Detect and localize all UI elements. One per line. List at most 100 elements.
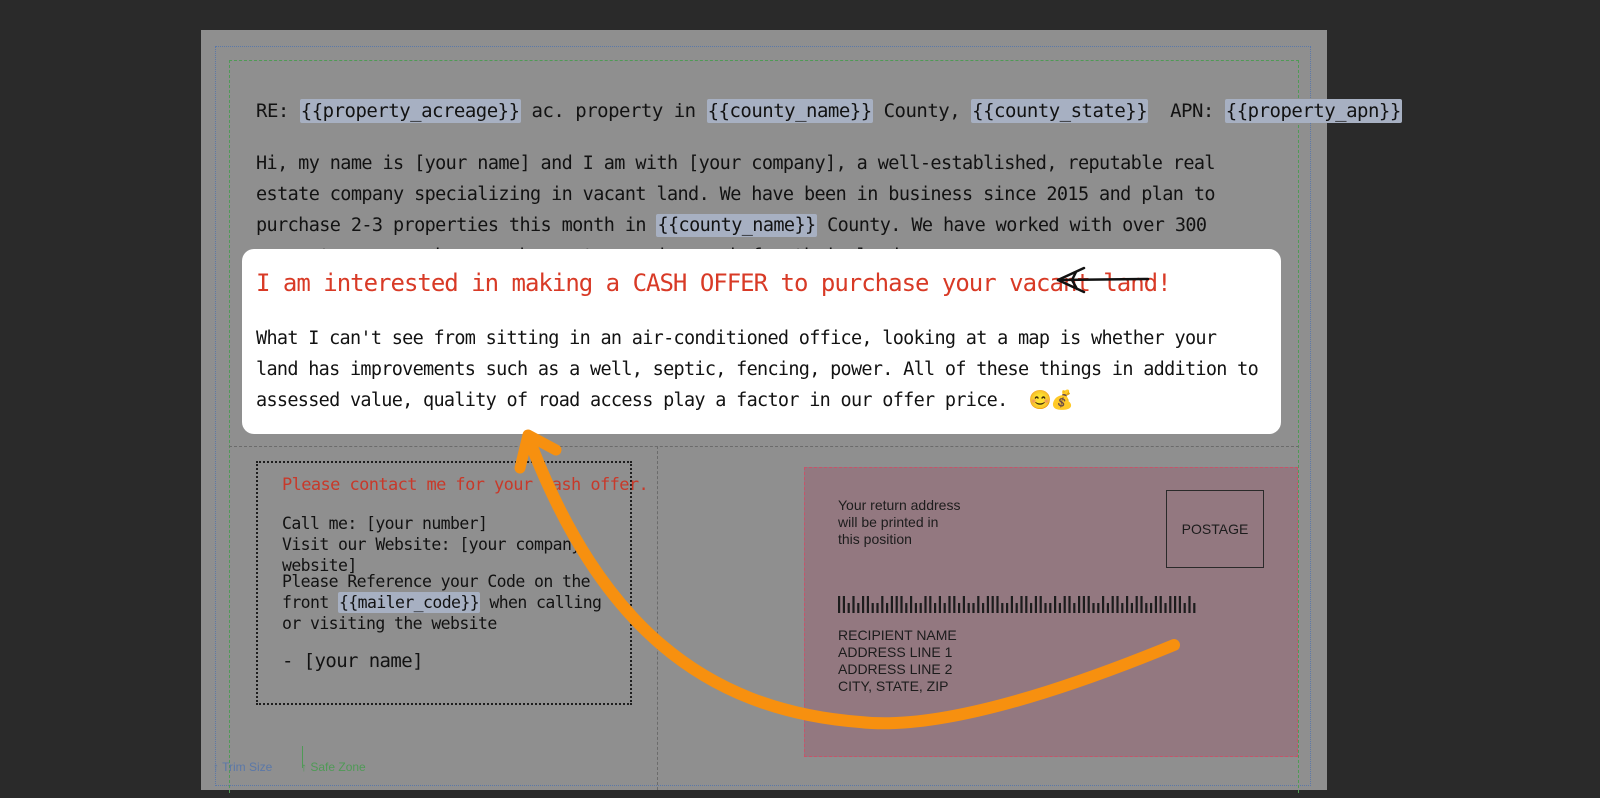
barcode-bar	[943, 603, 946, 613]
mailing-panel: Your return address will be printed in t…	[804, 467, 1298, 757]
horizontal-divider	[229, 446, 1299, 447]
return-address: Your return address will be printed in t…	[838, 497, 960, 548]
barcode-bar	[991, 596, 994, 613]
cash-offer-body: What I can't see from sitting in an air-…	[256, 323, 1266, 416]
intro-county-variable[interactable]: {{county_name}}	[656, 214, 817, 237]
cash-offer-card[interactable]: I am interested in making a CASH OFFER t…	[242, 249, 1281, 434]
barcode-icon	[838, 596, 1196, 613]
barcode-bar	[1130, 603, 1133, 613]
barcode-bar	[895, 596, 898, 613]
safe-zone-label: Safe Zone	[310, 760, 366, 774]
barcode-bar	[886, 603, 889, 613]
barcode-bar	[1145, 603, 1148, 613]
barcode-bar	[857, 603, 860, 613]
cash-offer-body-text: What I can't see from sitting in an air-…	[256, 328, 1259, 411]
re-text-ac: ac. property in	[531, 100, 697, 122]
barcode-bar	[900, 596, 903, 613]
barcode-bar	[1068, 596, 1071, 613]
safe-zone-legend: ↑ Safe Zone	[301, 746, 366, 774]
barcode-bar	[1097, 603, 1100, 613]
barcode-bar	[967, 603, 970, 613]
contact-signature: - [your name]	[282, 650, 424, 672]
up-arrow-icon: ↑	[213, 760, 219, 774]
contact-box[interactable]: Please contact me for your cash offer. C…	[256, 461, 649, 705]
barcode-bar	[962, 596, 965, 613]
vertical-divider	[657, 446, 658, 790]
barcode-bar	[977, 596, 980, 613]
left-arrow-icon	[1056, 266, 1150, 294]
barcode-bar	[1030, 603, 1033, 613]
barcode-bar	[881, 596, 884, 613]
barcode-bar	[842, 596, 845, 613]
barcode-bar	[1178, 596, 1181, 613]
mailer-code-variable[interactable]: {{mailer_code}}	[338, 592, 481, 613]
contact-reference: Please Reference your Code on the front …	[282, 571, 612, 634]
property-apn-variable[interactable]: {{property_apn}}	[1224, 99, 1402, 123]
barcode-bar	[862, 596, 865, 613]
barcode-bar	[1054, 596, 1057, 613]
barcode-bar	[847, 603, 850, 613]
barcode-bar	[958, 603, 961, 613]
re-prefix: RE:	[256, 100, 289, 122]
recipient-line: CITY, STATE, ZIP	[838, 678, 949, 694]
property-acreage-variable[interactable]: {{property_acreage}}	[299, 99, 521, 123]
barcode-bar	[982, 603, 985, 613]
barcode-bar	[1063, 596, 1066, 613]
barcode-bar	[1082, 596, 1085, 613]
contact-call: Call me: [your number]	[282, 514, 488, 533]
county-name-variable[interactable]: {{county_name}}	[706, 99, 873, 123]
barcode-bar	[838, 596, 841, 613]
postcard-canvas: RE: {{property_acreage}} ac. property in…	[201, 30, 1402, 793]
barcode-bar	[953, 596, 956, 613]
safe-zone-stem	[302, 746, 303, 768]
recipient-address: RECIPIENT NAME ADDRESS LINE 1 ADDRESS LI…	[838, 627, 957, 695]
barcode-bar	[929, 596, 932, 613]
barcode-bar	[1001, 603, 1004, 613]
barcode-bar	[1010, 596, 1013, 613]
barcode-bar	[986, 596, 989, 613]
recipient-line: RECIPIENT NAME	[838, 627, 957, 643]
barcode-bar	[1154, 596, 1157, 613]
barcode-bar	[972, 603, 975, 613]
contact-title: Please contact me for your cash offer.	[282, 475, 649, 495]
barcode-bar	[1020, 596, 1023, 613]
barcode-bar	[948, 596, 951, 613]
barcode-bar	[1188, 596, 1191, 613]
barcode-bar	[1015, 603, 1018, 613]
barcode-bar	[1102, 596, 1105, 613]
re-text-county: County,	[883, 100, 961, 122]
barcode-bar	[914, 603, 917, 613]
barcode-bar	[996, 596, 999, 613]
county-state-variable[interactable]: {{county_state}}	[971, 99, 1149, 123]
barcode-bar	[1025, 596, 1028, 613]
postage-label: POSTAGE	[1181, 521, 1249, 537]
barcode-bar	[1044, 603, 1047, 613]
barcode-bar	[1140, 596, 1143, 613]
barcode-bar	[1078, 596, 1081, 613]
barcode-bar	[1121, 603, 1124, 613]
cash-offer-headline: I am interested in making a CASH OFFER t…	[256, 269, 1172, 297]
barcode-bar	[1111, 596, 1114, 613]
barcode-bar	[871, 603, 874, 613]
postage-box: POSTAGE	[1166, 490, 1264, 568]
barcode-bar	[1116, 596, 1119, 613]
barcode-bar	[1183, 603, 1186, 613]
barcode-bar	[924, 596, 927, 613]
barcode-bar	[890, 596, 893, 613]
barcode-bar	[1193, 603, 1196, 613]
barcode-bar	[1135, 596, 1138, 613]
barcode-bar	[1159, 596, 1162, 613]
barcode-bar	[1106, 603, 1109, 613]
return-address-line: this position	[838, 531, 912, 547]
barcode-bar	[1034, 596, 1037, 613]
barcode-bar	[1073, 603, 1076, 613]
barcode-bar	[866, 596, 869, 613]
contact-website: Visit our Website: [your company website…	[282, 535, 581, 575]
contact-lines: Call me: [your number] Visit our Website…	[282, 513, 630, 576]
recipient-line: ADDRESS LINE 1	[838, 644, 953, 660]
barcode-bar	[1150, 603, 1153, 613]
barcode-bar	[1092, 603, 1095, 613]
return-address-line: Your return address	[838, 497, 961, 513]
apn-label: APN:	[1170, 100, 1214, 122]
trim-size-legend: ↑ Trim Size	[213, 760, 272, 774]
